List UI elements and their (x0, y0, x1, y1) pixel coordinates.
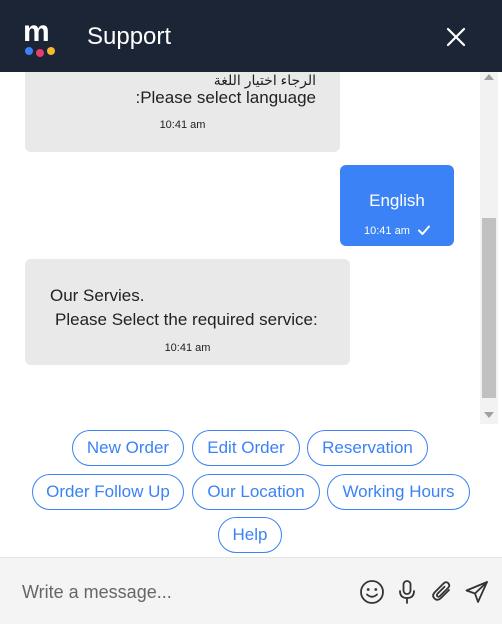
check-icon (418, 225, 430, 235)
user-message-english: English 10:41 am (340, 165, 454, 246)
close-icon[interactable] (440, 21, 472, 53)
message-arabic-text: الرجاء اختيار اللغة (213, 72, 316, 88)
quick-reply-reservation[interactable]: Reservation (307, 430, 428, 466)
scroll-thumb[interactable] (482, 218, 496, 398)
message-text: English (369, 191, 425, 210)
message-composer (0, 557, 502, 624)
message-input[interactable] (22, 578, 342, 606)
message-text: :Please select language (135, 88, 316, 107)
scroll-up-arrow-icon[interactable] (484, 74, 494, 80)
microphone-icon[interactable] (394, 579, 420, 605)
message-time: 10:41 am (364, 225, 410, 237)
message-text-line1: Our Servies. (50, 286, 145, 305)
message-time: 10:41 am (159, 119, 206, 131)
logo-letter: m (23, 15, 50, 48)
quick-reply-order-follow-up[interactable]: Order Follow Up (32, 474, 184, 510)
quick-reply-edit-order[interactable]: Edit Order (192, 430, 300, 466)
message-scrollbar[interactable] (480, 72, 498, 424)
message-list: الرجاء اختيار اللغة :Please select langu… (0, 72, 480, 424)
send-icon[interactable] (464, 579, 490, 605)
scroll-down-arrow-icon[interactable] (484, 412, 494, 418)
bot-message-language: الرجاء اختيار اللغة :Please select langu… (25, 72, 340, 152)
quick-reply-help[interactable]: Help (218, 517, 282, 553)
quick-reply-our-location[interactable]: Our Location (192, 474, 320, 510)
chat-window: m Support الرجاء اختيار اللغة :Please se… (0, 0, 502, 624)
header-title: Support (87, 23, 172, 50)
message-text-line2: Please Select the required service: (55, 310, 318, 329)
quick-reply-new-order[interactable]: New Order (72, 430, 184, 466)
attachment-icon[interactable] (429, 579, 455, 605)
bot-message-services: Our Servies. Please Select the required … (25, 259, 350, 365)
brand-logo: m (23, 15, 55, 57)
message-time: 10:41 am (164, 342, 211, 354)
emoji-icon[interactable] (359, 579, 385, 605)
quick-reply-working-hours[interactable]: Working Hours (327, 474, 470, 510)
chat-header: m Support (0, 0, 502, 72)
